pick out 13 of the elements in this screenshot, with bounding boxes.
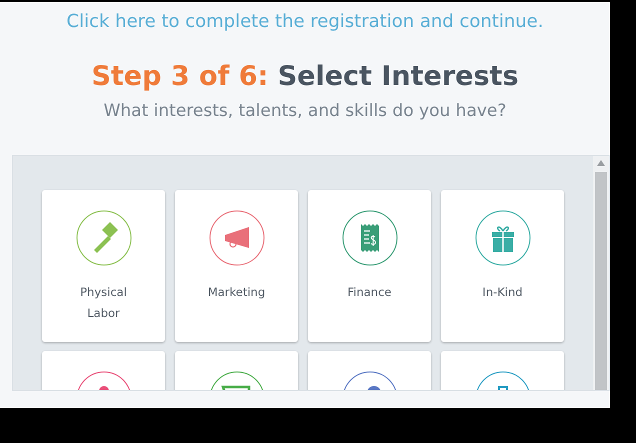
subtitle: What interests, talents, and skills do you have? <box>102 100 508 124</box>
interest-label: Marketing <box>208 284 266 301</box>
step-heading: Step 3 of 6: Select Interests <box>90 61 520 94</box>
scrollbar-thumb[interactable] <box>595 172 607 390</box>
interest-card[interactable]: Finance <box>308 190 431 342</box>
interest-label: Physical Labor <box>79 284 128 322</box>
interest-label: Finance <box>348 284 392 301</box>
interest-card[interactable]: Marketing <box>175 190 298 342</box>
interest-card[interactable]: Physical Labor <box>42 190 165 342</box>
scroll-up-icon[interactable] <box>597 160 605 166</box>
interest-label: In-Kind <box>482 284 523 301</box>
interest-card[interactable]: In-Kind <box>441 190 564 342</box>
scrollbar[interactable] <box>593 156 609 390</box>
